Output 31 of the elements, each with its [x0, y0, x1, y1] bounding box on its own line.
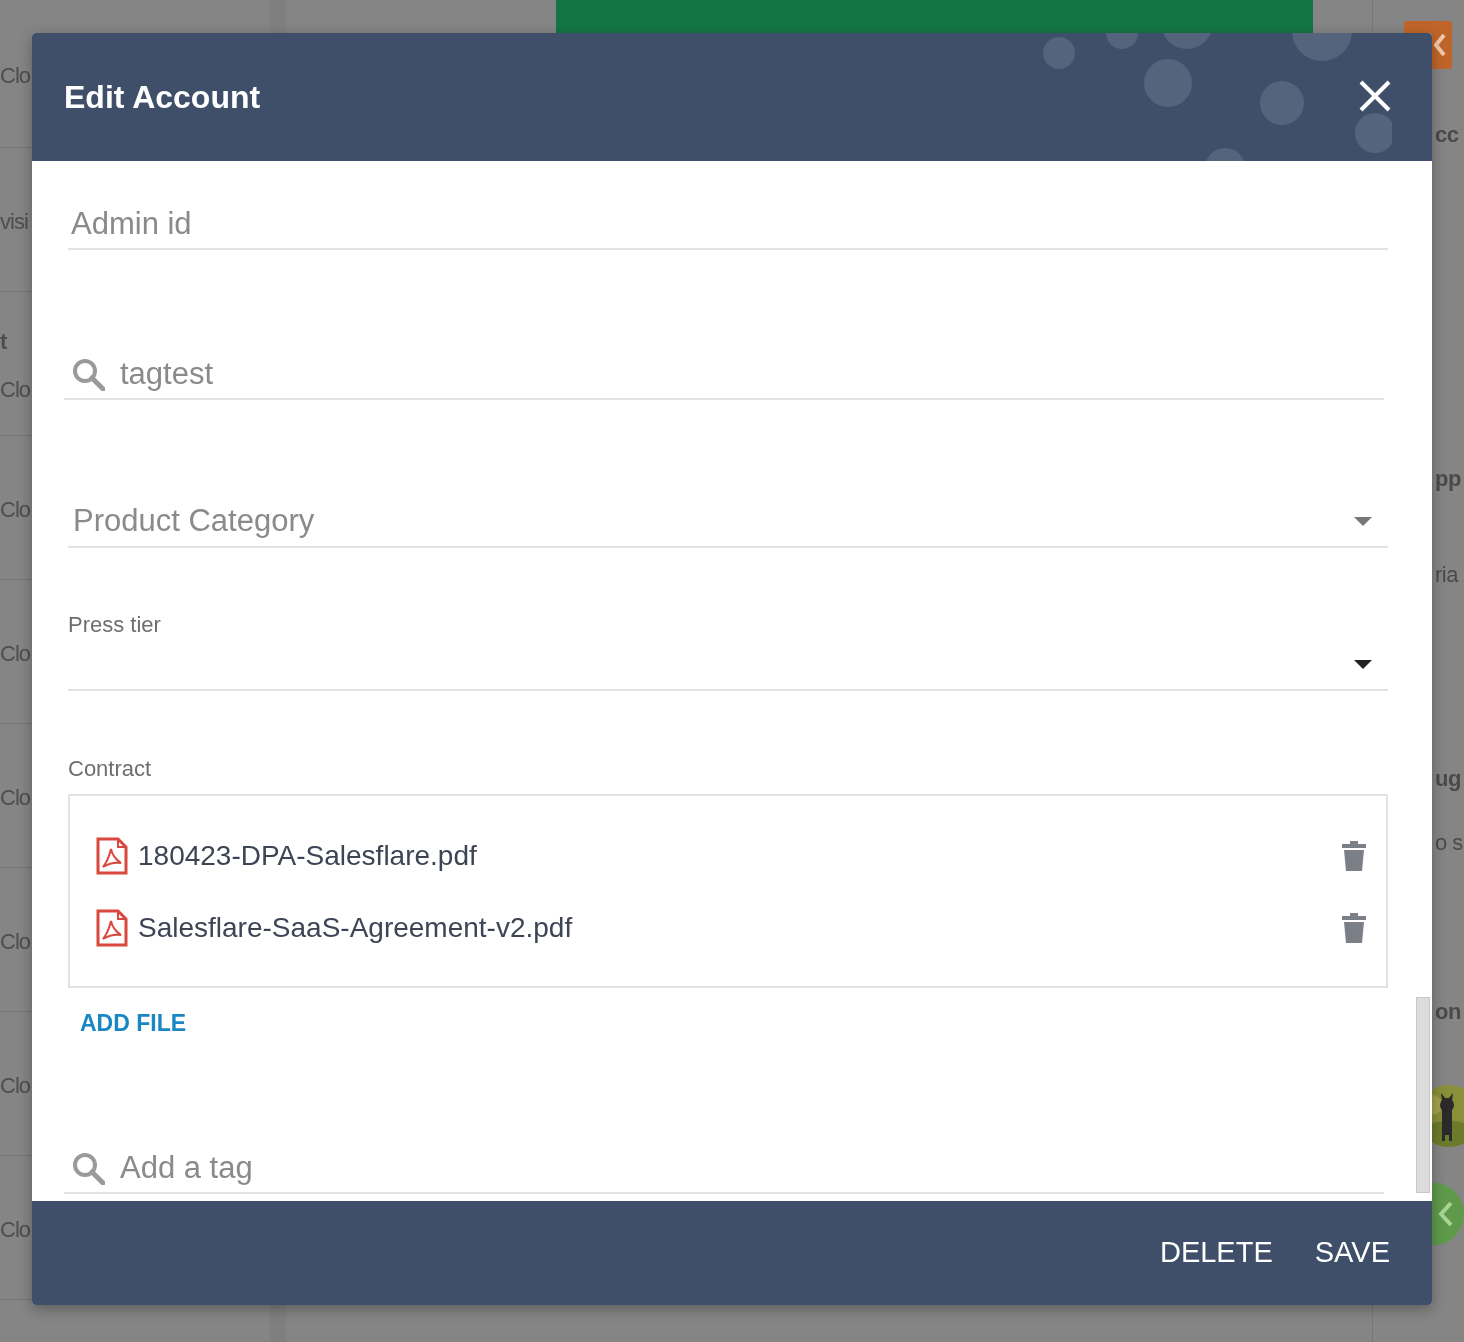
caret-icon [1354, 659, 1372, 669]
caret-icon [1354, 516, 1372, 526]
row-text: o s [1435, 829, 1463, 857]
file-link[interactable]: 180423-DPA-Salesflare.pdf [138, 835, 1342, 877]
row-text: on [1435, 998, 1461, 1026]
chevron-left-icon [1438, 1201, 1454, 1227]
chevron-left-icon [1434, 33, 1446, 57]
row-text: cc [1435, 121, 1459, 149]
delete-button[interactable] [1342, 841, 1366, 871]
close-icon [1358, 79, 1392, 113]
input-field[interactable]: Admin id [68, 200, 1388, 248]
input-field[interactable]: tagtest [117, 350, 1384, 398]
footer-button[interactable]: DELETE [1159, 1231, 1273, 1275]
field-label: Contract [68, 756, 152, 782]
close-button[interactable] [1358, 79, 1392, 113]
row-text: ria [1435, 561, 1458, 589]
pdf-file-icon [96, 837, 128, 875]
row-text: pp [1435, 465, 1461, 493]
search-icon [72, 1151, 105, 1185]
dialog-title: Edit Account [64, 77, 261, 117]
search-icon [72, 357, 105, 391]
trash-icon [1342, 913, 1366, 943]
delete-button[interactable] [1342, 913, 1366, 943]
pdf-file-icon [96, 909, 128, 947]
trash-icon [1342, 841, 1366, 871]
row-text: ug [1435, 765, 1461, 793]
add-file-link[interactable]: ADD FILE [68, 1008, 199, 1038]
footer-button[interactable]: SAVE [1314, 1231, 1390, 1275]
field-label: Press tier [68, 612, 161, 638]
input-field[interactable]: Add a tag [117, 1144, 1384, 1192]
file-link[interactable]: Salesflare-SaaS-Agreement-v2.pdf [138, 907, 1342, 949]
